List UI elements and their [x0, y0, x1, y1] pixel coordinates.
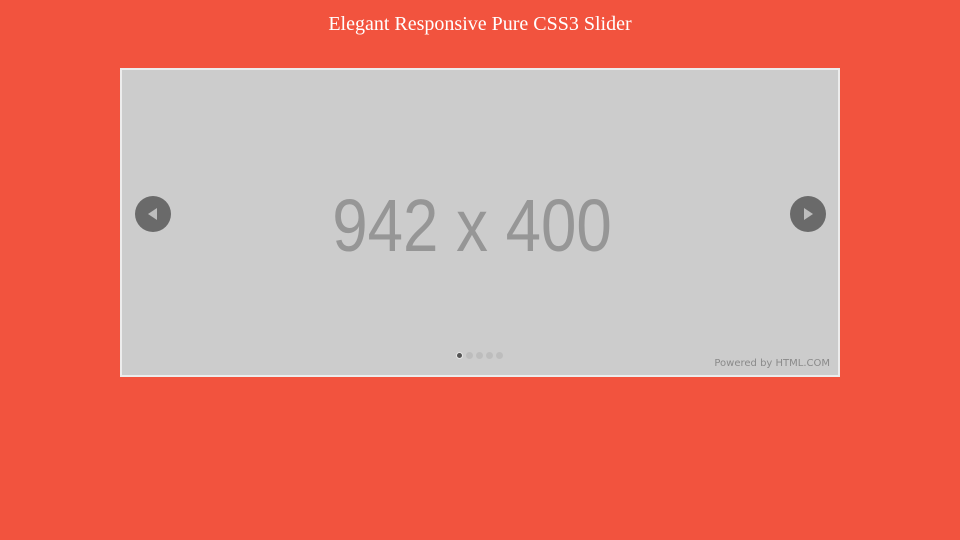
page-title: Elegant Responsive Pure CSS3 Slider [328, 13, 632, 35]
slide-dot-3[interactable] [476, 352, 483, 359]
powered-by-link[interactable]: Powered by HTML.COM [714, 358, 830, 369]
slide-dot-4[interactable] [486, 352, 493, 359]
triangle-right-icon [804, 208, 813, 220]
slide-dot-2[interactable] [466, 352, 473, 359]
slide-dot-1[interactable] [456, 352, 463, 359]
slider: 942 x 400 Powered by HTML.COM [120, 68, 840, 377]
next-slide-button[interactable] [790, 196, 826, 232]
slide-placeholder-text: 942 x 400 [332, 184, 612, 267]
slide-dots [456, 352, 503, 360]
triangle-left-icon [148, 208, 157, 220]
prev-slide-button[interactable] [135, 196, 171, 232]
slide-dot-5[interactable] [496, 352, 503, 359]
slide-image: 942 x 400 [122, 70, 838, 375]
